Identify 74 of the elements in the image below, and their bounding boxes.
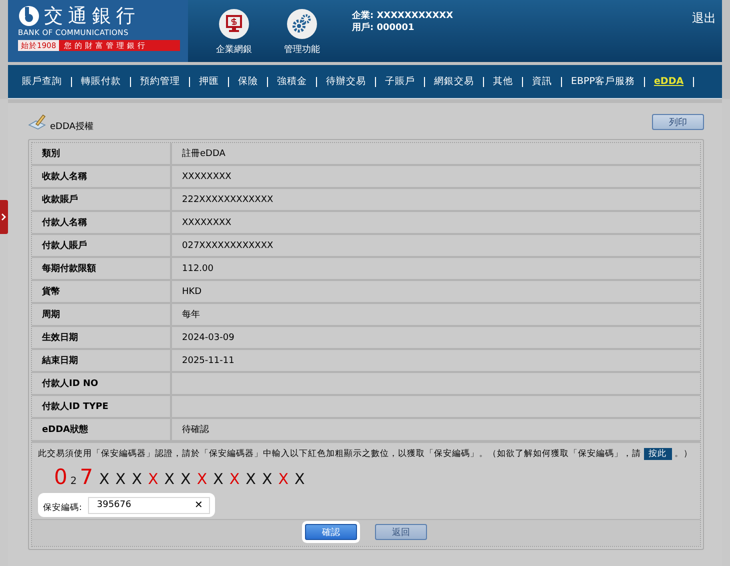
challenge-digit: X [115, 470, 126, 488]
nav-item[interactable]: 子賬戶 [385, 75, 415, 88]
field-label: 付款人賬戶 [32, 234, 171, 257]
help-link[interactable]: 按此 [644, 448, 672, 460]
field-label: 付款人名稱 [32, 211, 171, 234]
field-value: HKD [171, 280, 700, 303]
challenge-digit: X [180, 470, 191, 488]
nav-item[interactable]: 押匯 [199, 75, 219, 88]
security-code-label: 保安編碼: [43, 502, 82, 514]
challenge-digit: X [262, 470, 272, 488]
nav-item[interactable]: EBPP客戶服務 [571, 75, 635, 88]
nav-item[interactable]: 強積金 [277, 75, 307, 88]
challenge-digit: X [278, 470, 288, 488]
challenge-digit: 0 [54, 465, 68, 489]
user-label: 用戶: 000001 [352, 22, 416, 34]
nav-item[interactable]: 預約管理 [140, 75, 180, 88]
nav-item[interactable]: 賬戶查詢 [22, 75, 62, 88]
challenge-digit: X [196, 470, 208, 488]
field-label: 貨幣 [32, 280, 171, 303]
challenge-digit: X [164, 470, 175, 488]
challenge-digit: X [148, 470, 158, 488]
nav-item[interactable]: eDDA [654, 76, 684, 87]
field-value: 112.00 [171, 257, 700, 280]
field-value: 每年 [171, 303, 700, 326]
challenge-digit: X [99, 470, 110, 488]
logout-link[interactable]: 退出 [692, 0, 722, 62]
clear-button[interactable]: ✕ [194, 500, 203, 510]
challenge-digit: 2 [70, 476, 77, 487]
field-label: 每期付款限額 [32, 257, 171, 280]
pencil-icon [28, 114, 46, 130]
bank-name: 交通銀行 [44, 5, 140, 27]
nav-item[interactable]: 待辦交易 [326, 75, 366, 88]
nav-item[interactable]: 網銀交易 [434, 75, 474, 88]
field-label: eDDA狀態 [32, 418, 171, 441]
side-expand-tab[interactable] [0, 200, 8, 234]
field-label: 生效日期 [32, 326, 171, 349]
monitor-icon [218, 8, 250, 40]
chevron-right-icon [0, 213, 6, 221]
shortcut-button[interactable]: 企業網銀 [210, 0, 258, 62]
challenge-digit: X [132, 470, 142, 488]
field-label: 周期 [32, 303, 171, 326]
nav-item[interactable]: 保險 [238, 75, 258, 88]
field-value: 027XXXXXXXXXXXX [171, 234, 700, 257]
field-label: 付款人ID TYPE [32, 395, 171, 418]
challenge-digit: X [294, 470, 305, 488]
field-label: 收款賬戶 [32, 188, 171, 211]
challenge-digit: X [229, 470, 240, 488]
nav-item[interactable]: 資訊 [532, 75, 552, 88]
challenge-digit: 7 [80, 465, 94, 489]
back-button[interactable]: 返回 [375, 524, 427, 540]
field-label: 類別 [32, 143, 171, 165]
field-value: XXXXXXXX [171, 165, 700, 188]
security-code-field[interactable]: 395676 ✕ [88, 496, 210, 514]
print-button[interactable]: 列印 [652, 114, 704, 130]
nav-item[interactable]: 轉賬付款 [81, 75, 121, 88]
confirm-button[interactable]: 確認 [305, 524, 357, 540]
field-value: XXXXXXXX [171, 211, 700, 234]
field-value: 2025-11-11 [171, 349, 700, 372]
field-value: 2024-03-09 [171, 326, 700, 349]
gears-icon [286, 8, 318, 40]
field-value: 222XXXXXXXXXXXX [171, 188, 700, 211]
instruction-text: 此交易須使用「保安編碼器」認證，請於「保安編碼器」中輸入以下紅色加粗顯示之數位，以獲取「保安編碼」。（如欲了解如何獲取「保安編碼」，請 按此 。） [38, 447, 694, 461]
shortcut-button[interactable]: 管理功能 [278, 0, 326, 62]
page-title: eDDA授權 [50, 120, 94, 132]
challenge-digit: X [213, 470, 224, 488]
field-label: 收款人名稱 [32, 165, 171, 188]
nav-item[interactable]: 其他 [493, 75, 513, 88]
logo-icon [18, 5, 40, 27]
field-value: 待確認 [171, 418, 700, 441]
company-label: 企業: XXXXXXXXXXX [352, 10, 454, 22]
field-label: 付款人ID NO [32, 372, 171, 395]
challenge-digit: X [246, 470, 256, 488]
field-label: 結束日期 [32, 349, 171, 372]
field-value: 註冊eDDA [171, 143, 700, 165]
